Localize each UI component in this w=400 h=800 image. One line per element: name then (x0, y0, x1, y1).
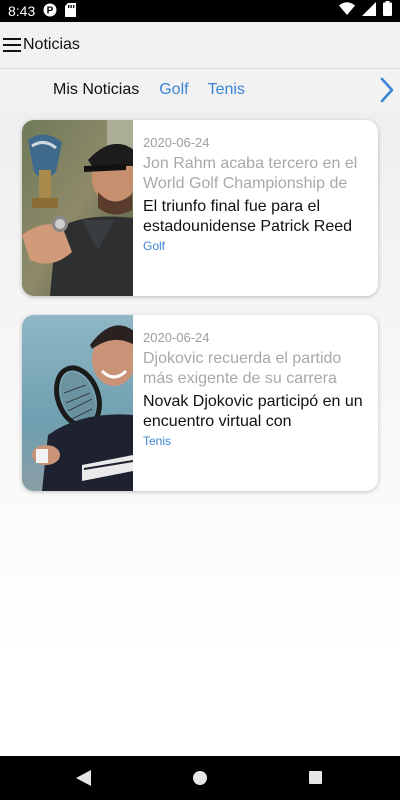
news-list: 2020-06-24 Jon Rahm acaba tercero en el … (0, 111, 400, 756)
news-category-tag[interactable]: Tenis (143, 433, 370, 449)
news-card[interactable]: 2020-06-24 Djokovic recuerda el partido … (22, 315, 378, 491)
status-right (339, 1, 392, 21)
recents-square-icon[interactable] (309, 771, 322, 789)
golfer-holding-trophy-photo (22, 120, 136, 296)
news-date: 2020-06-24 (143, 135, 210, 150)
home-circle-icon[interactable] (193, 771, 207, 790)
tab-mis-noticias[interactable]: Mis Noticias (53, 81, 139, 99)
news-headline[interactable]: Djokovic recuerda el partido más exigent… (143, 349, 370, 389)
chevron-right-icon[interactable] (380, 77, 394, 103)
status-time: 8:43 (8, 3, 36, 19)
sd-card-icon (65, 2, 77, 20)
news-summary: El triunfo final fue para el estadounide… (143, 198, 353, 235)
status-left: 8:43 P (8, 2, 77, 20)
news-date: 2020-06-24 (143, 330, 210, 345)
news-card-body: 2020-06-24 Djokovic recuerda el partido … (143, 329, 370, 449)
battery-icon (383, 1, 392, 21)
news-category-tag[interactable]: Golf (143, 238, 370, 254)
tab-tenis[interactable]: Tenis (208, 81, 245, 99)
cellular-signal-icon (362, 1, 376, 21)
status-bar: 8:43 P (0, 0, 400, 22)
tab-golf[interactable]: Golf (159, 81, 188, 99)
news-headline[interactable]: Jon Rahm acaba tercero en el World Golf … (143, 154, 370, 194)
system-navigation-bar (0, 756, 400, 800)
back-triangle-icon[interactable] (76, 770, 91, 791)
svg-text:P: P (47, 5, 54, 16)
news-summary: Novak Djokovic participó en un encuentro… (143, 393, 363, 430)
hamburger-menu-icon[interactable] (3, 38, 21, 52)
app-title: Noticias (23, 36, 80, 53)
tennis-player-with-racket-photo (22, 315, 136, 491)
pinterest-notification-icon: P (43, 3, 57, 20)
wifi-icon (339, 2, 355, 20)
news-card-body: 2020-06-24 Jon Rahm acaba tercero en el … (143, 134, 370, 254)
news-card[interactable]: 2020-06-24 Jon Rahm acaba tercero en el … (22, 120, 378, 296)
category-tabs: Mis Noticias Golf Tenis (0, 69, 400, 111)
app-bar: Noticias (0, 22, 400, 69)
